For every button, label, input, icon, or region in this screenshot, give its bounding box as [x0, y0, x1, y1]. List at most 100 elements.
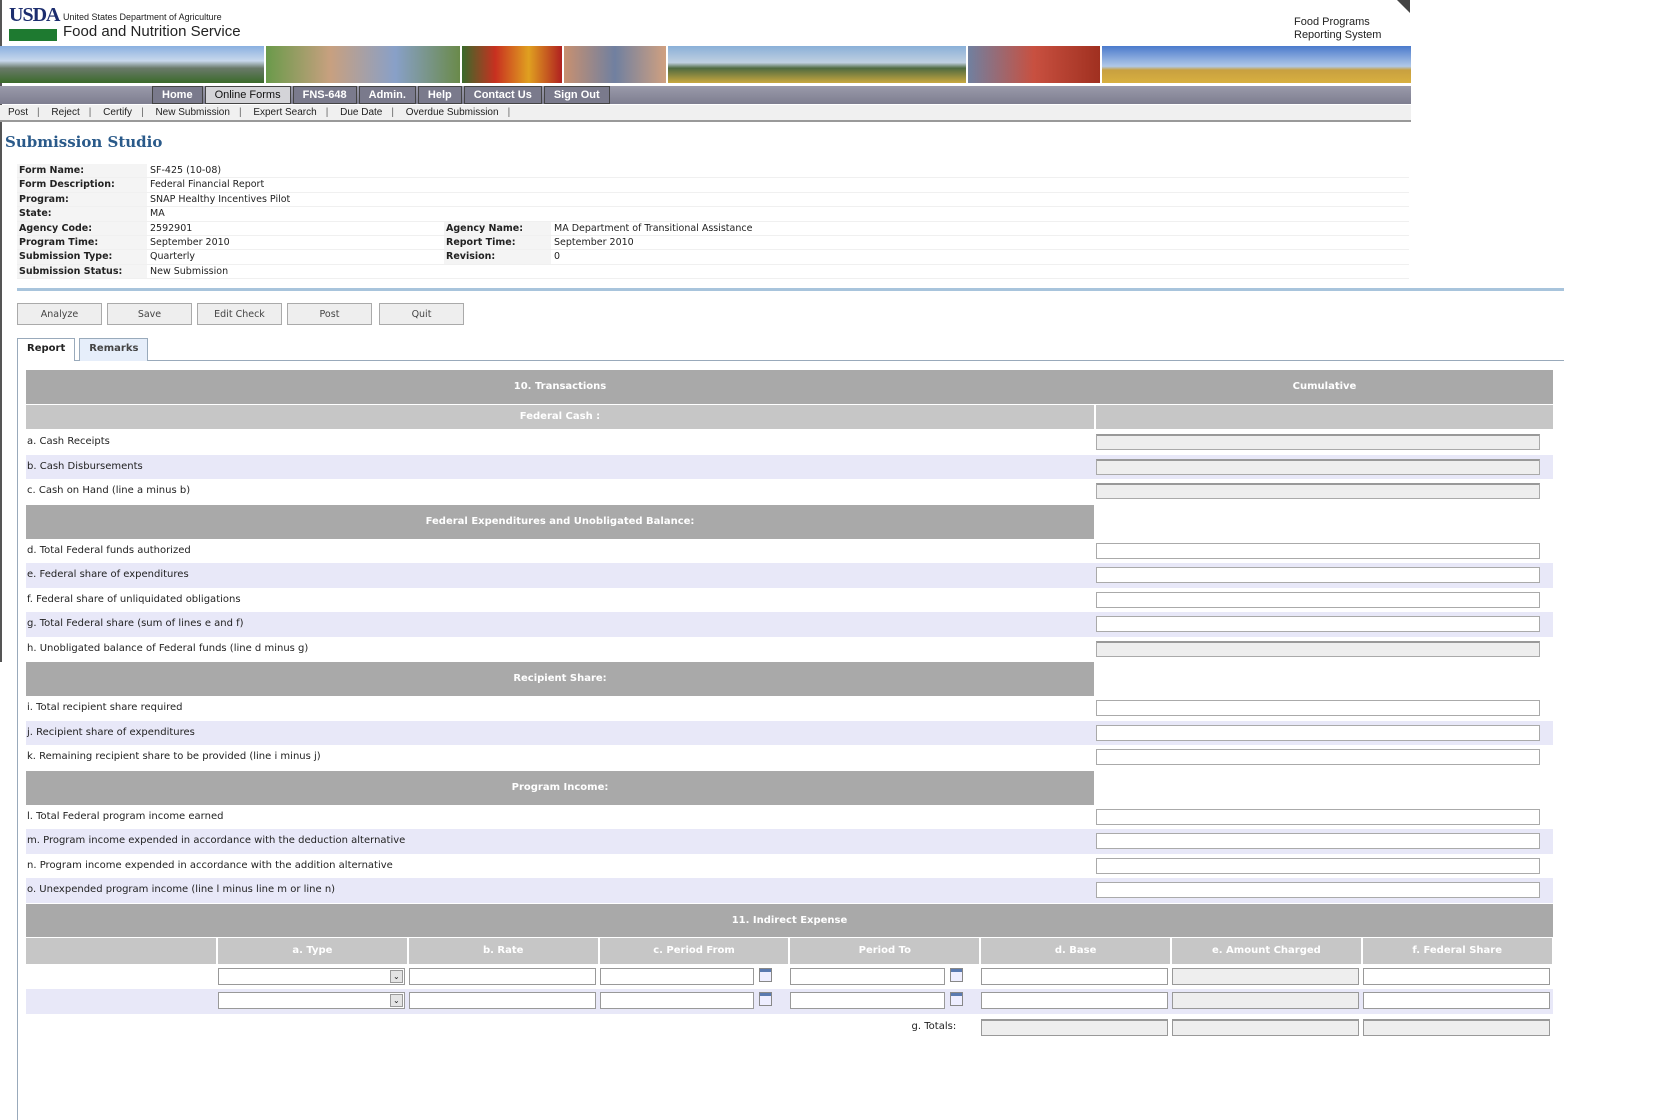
program-time-label: Program Time:: [17, 235, 147, 250]
system-name: Food Programs Reporting System: [1294, 16, 1381, 42]
type-select[interactable]: ⌄: [218, 992, 405, 1009]
quit-button[interactable]: Quit: [379, 303, 464, 325]
transaction-label: f. Federal share of unliquidated obligat…: [27, 593, 241, 605]
section-subheader-blank: [1096, 405, 1553, 429]
nav-sign-out[interactable]: Sign Out: [543, 86, 610, 104]
cumulative-input[interactable]: [1096, 808, 1540, 825]
total-output: [1172, 1018, 1359, 1036]
indirect-input[interactable]: [408, 967, 596, 985]
indirect-input[interactable]: [790, 967, 946, 985]
indirect-input[interactable]: [981, 992, 1168, 1009]
subnav-expert-search[interactable]: Expert Search: [253, 107, 316, 118]
transaction-row: e. Federal share of expenditures: [26, 563, 1553, 588]
section-header: Program Income:: [26, 770, 1094, 805]
banner-image-field: [668, 46, 968, 83]
tab-remarks[interactable]: Remarks: [79, 338, 149, 361]
cumulative-input[interactable]: [1096, 857, 1540, 874]
subnav-new-submission[interactable]: New Submission: [155, 107, 229, 118]
transaction-row: m. Program income expended in accordance…: [26, 829, 1553, 854]
nav-home[interactable]: Home: [152, 86, 203, 104]
cumulative-input[interactable]: [1096, 882, 1540, 898]
form-name-value: SF-425 (10-08): [150, 165, 222, 176]
indirect-input[interactable]: [790, 992, 946, 1009]
nav-online-forms[interactable]: Online Forms: [204, 86, 291, 104]
indirect-input[interactable]: [981, 967, 1168, 985]
banner-image-woman: [564, 46, 668, 83]
subnav-post[interactable]: Post: [8, 107, 28, 118]
indirect-expense-row: ⌄: [26, 989, 1553, 1014]
indirect-expense-row: ⌄: [26, 965, 1553, 990]
section-header-row: Recipient Share:: [26, 662, 1553, 696]
usda-logo-mark: USDA: [9, 5, 60, 42]
subnav-certify[interactable]: Certify: [103, 107, 132, 118]
calendar-icon[interactable]: [950, 967, 964, 982]
subnav-reject[interactable]: Reject: [51, 107, 79, 118]
cumulative-input[interactable]: [1096, 749, 1540, 765]
save-button[interactable]: Save: [107, 303, 192, 325]
cumulative-input: [1096, 458, 1540, 475]
indirect-input[interactable]: [1362, 967, 1550, 985]
section-header-row: Program Income:: [26, 770, 1553, 805]
transaction-row: h. Unobligated balance of Federal funds …: [26, 637, 1553, 662]
nav-contact-us[interactable]: Contact Us: [463, 86, 542, 104]
cumulative-input[interactable]: [1096, 724, 1540, 741]
subnav-overdue-submission[interactable]: Overdue Submission: [406, 107, 499, 118]
nav-fns-648[interactable]: FNS-648: [292, 86, 357, 104]
transaction-label: o. Unexpended program income (line l min…: [27, 884, 336, 895]
calendar-icon[interactable]: [950, 992, 964, 1006]
program-label: Program:: [17, 192, 147, 207]
transaction-row: a. Cash Receipts: [26, 430, 1553, 455]
indirect-input: [1172, 992, 1359, 1009]
edit-check-button[interactable]: Edit Check: [197, 303, 282, 325]
page-title: Submission Studio: [5, 133, 163, 151]
calendar-icon[interactable]: [759, 992, 773, 1006]
cumulative-input[interactable]: [1096, 616, 1540, 632]
type-select[interactable]: ⌄: [218, 967, 405, 985]
total-output: [1362, 1018, 1550, 1036]
indirect-input[interactable]: [408, 992, 596, 1009]
analyze-button[interactable]: Analyze: [17, 303, 102, 325]
submission-status-value: New Submission: [150, 265, 229, 277]
form-description-value: Federal Financial Report: [150, 179, 265, 191]
indirect-column-header: c. Period From: [598, 937, 789, 964]
banner-image-sky: [1102, 46, 1411, 83]
nav-admin[interactable]: Admin.: [358, 86, 416, 104]
usda-logo[interactable]: USDA United States Department of Agricul…: [9, 5, 241, 42]
transaction-label: b. Cash Disbursements: [27, 460, 143, 472]
transaction-row: n. Program income expended in accordance…: [26, 854, 1553, 879]
transaction-label: j. Recipient share of expenditures: [27, 726, 195, 738]
indirect-blank-header: [26, 937, 216, 964]
section-subheader: Federal Cash :: [26, 405, 1094, 429]
chevron-down-icon[interactable]: ⌄: [389, 969, 403, 983]
cumulative-input[interactable]: [1096, 591, 1540, 608]
transaction-row: k. Remaining recipient share to be provi…: [26, 745, 1553, 770]
calendar-icon[interactable]: [759, 967, 773, 982]
subnav-due-date[interactable]: Due Date: [340, 107, 382, 118]
indirect-input[interactable]: [599, 967, 755, 985]
indirect-totals-row: g. Totals:: [26, 1016, 1553, 1038]
cumulative-input[interactable]: [1096, 567, 1540, 583]
total-output: [981, 1018, 1168, 1036]
indirect-input[interactable]: [599, 992, 755, 1009]
indirect-expense-header: 11. Indirect Expense: [26, 903, 1553, 937]
program-time-value: September 2010: [150, 236, 230, 248]
transaction-row: g. Total Federal share (sum of lines e a…: [26, 612, 1553, 637]
cumulative-input[interactable]: [1096, 542, 1540, 559]
tab-report[interactable]: Report: [17, 338, 76, 361]
nav-help[interactable]: Help: [417, 86, 462, 104]
cumulative-input[interactable]: [1096, 833, 1540, 849]
transaction-row: b. Cash Disbursements: [26, 454, 1553, 479]
transaction-label: g. Total Federal share (sum of lines e a…: [27, 618, 244, 629]
transaction-row: d. Total Federal funds authorized: [26, 539, 1553, 564]
cumulative-input[interactable]: [1096, 700, 1540, 716]
transaction-label: a. Cash Receipts: [27, 436, 110, 447]
post-button[interactable]: Post: [287, 303, 372, 325]
table-header-row: 10. Transactions Cumulative: [26, 370, 1553, 404]
agency-name-label: Agency Name:: [444, 221, 551, 235]
transaction-label: m. Program income expended in accordance…: [27, 835, 406, 846]
section-header: Recipient Share:: [26, 662, 1094, 696]
form-description-label: Form Description:: [17, 178, 147, 192]
indirect-input[interactable]: [1362, 992, 1550, 1009]
chevron-down-icon[interactable]: ⌄: [389, 994, 403, 1007]
divider: [17, 288, 1564, 291]
